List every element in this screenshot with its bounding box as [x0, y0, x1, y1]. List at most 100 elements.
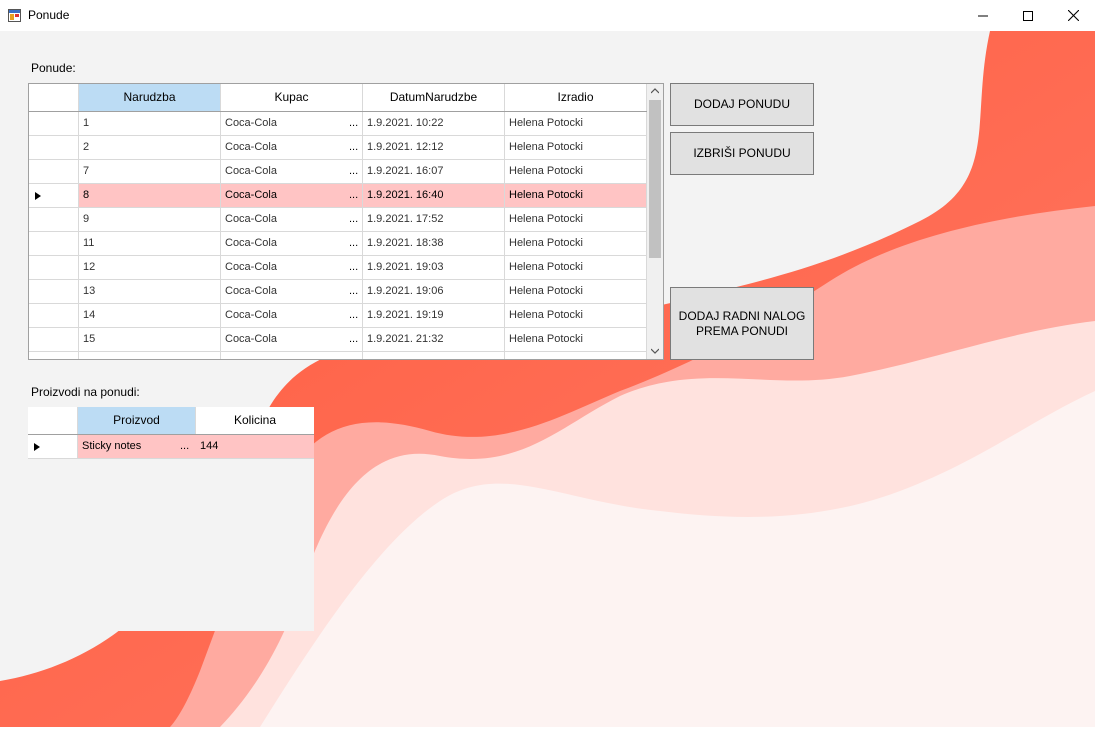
cell-izradio[interactable]: Helena Potocki — [505, 232, 647, 255]
cell-kupac[interactable]: Coca-Cola — [221, 280, 363, 303]
cell-kupac[interactable]: Coca-Cola — [221, 304, 363, 327]
table-row[interactable]: 13 Coca-Cola ... 1.9.2021. 19:06 Helena … — [29, 280, 647, 304]
cell-izradio[interactable]: Helena Potocki — [505, 184, 647, 207]
cell-narudzba[interactable]: 9 — [79, 208, 221, 231]
table-row[interactable]: 14 Coca-Cola ... 1.9.2021. 19:19 Helena … — [29, 304, 647, 328]
cell-narudzba[interactable]: 14 — [79, 304, 221, 327]
row-header[interactable] — [29, 256, 79, 279]
cell-narudzba[interactable]: 12 — [79, 256, 221, 279]
cell-narudzba[interactable]: 1 — [79, 112, 221, 135]
column-header-izradio[interactable]: Izradio — [505, 84, 647, 111]
cell-datum[interactable]: 1.9.2021. 18:38 — [363, 232, 505, 255]
cell-kupac[interactable]: Coca-Cola — [221, 328, 363, 351]
ponude-vertical-scrollbar[interactable] — [647, 84, 663, 359]
close-icon — [1067, 10, 1079, 21]
row-header[interactable] — [29, 232, 79, 255]
row-header[interactable] — [29, 160, 79, 183]
scrollbar-thumb[interactable] — [649, 100, 661, 258]
cell-izradio[interactable]: Helena Potocki — [505, 304, 647, 327]
cell-empty[interactable] — [363, 352, 505, 359]
close-button[interactable] — [1050, 0, 1095, 31]
column-header-narudzba[interactable]: Narudzba — [79, 84, 221, 111]
row-header[interactable] — [29, 280, 79, 303]
cell-izradio[interactable]: Helena Potocki — [505, 136, 647, 159]
cell-datum[interactable]: 1.9.2021. 10:22 — [363, 112, 505, 135]
cell-datum[interactable]: 1.9.2021. 21:32 — [363, 328, 505, 351]
cell-izradio[interactable]: Helena Potocki — [505, 160, 647, 183]
cell-kolicina[interactable]: 144 — [196, 435, 314, 458]
cell-kupac[interactable]: Coca-Cola — [221, 256, 363, 279]
minimize-button[interactable] — [960, 0, 1006, 31]
table-row-selected[interactable]: Sticky notes ... 144 — [28, 435, 314, 459]
cell-datum[interactable]: 1.9.2021. 17:52 — [363, 208, 505, 231]
maximize-button[interactable] — [1005, 0, 1051, 31]
table-row[interactable]: 12 Coca-Cola ... 1.9.2021. 19:03 Helena … — [29, 256, 647, 280]
ponude-header-row: Narudzba Kupac DatumNarudzbe Izradio — [29, 84, 647, 112]
row-header[interactable] — [29, 328, 79, 351]
cell-kupac[interactable]: Coca-Cola — [221, 184, 363, 207]
table-row[interactable]: 7 Coca-Cola ... 1.9.2021. 16:07 Helena P… — [29, 160, 647, 184]
table-row-selected[interactable]: 8 Coca-Cola ... 1.9.2021. 16:40 Helena P… — [29, 184, 647, 208]
scroll-down-arrow-icon[interactable] — [651, 348, 659, 354]
row-header[interactable] — [29, 208, 79, 231]
cell-ellipsis: ... — [349, 213, 359, 225]
cell-izradio[interactable]: Helena Potocki — [505, 208, 647, 231]
ponude-grid[interactable]: Narudzba Kupac DatumNarudzbe Izradio 1 C… — [28, 83, 664, 360]
cell-datum[interactable]: 1.9.2021. 16:07 — [363, 160, 505, 183]
row-header[interactable] — [29, 304, 79, 327]
table-row[interactable]: 11 Coca-Cola ... 1.9.2021. 18:38 Helena … — [29, 232, 647, 256]
cell-proizvod[interactable]: Sticky notes — [78, 435, 196, 458]
column-header-kolicina[interactable]: Kolicina — [196, 407, 314, 434]
cell-izradio[interactable]: Helena Potocki — [505, 280, 647, 303]
cell-narudzba[interactable]: 11 — [79, 232, 221, 255]
row-header[interactable] — [29, 136, 79, 159]
cell-datum[interactable]: 1.9.2021. 19:06 — [363, 280, 505, 303]
proizvodi-grid[interactable]: Proizvod Kolicina Sticky notes ... 144 — [28, 407, 314, 631]
row-header[interactable] — [29, 184, 79, 207]
title-bar: Ponude — [0, 0, 1095, 31]
cell-narudzba[interactable]: 2 — [79, 136, 221, 159]
cell-empty[interactable] — [505, 352, 647, 359]
column-header-kupac[interactable]: Kupac — [221, 84, 363, 111]
izbrisi-ponudu-button[interactable]: IZBRIŠI PONUDU — [670, 132, 814, 175]
table-row[interactable]: 15 Coca-Cola ... 1.9.2021. 21:32 Helena … — [29, 328, 647, 352]
dodaj-ponudu-button[interactable]: DODAJ PONUDU — [670, 83, 814, 126]
window-title: Ponude — [28, 8, 70, 22]
cell-empty[interactable] — [79, 352, 221, 359]
corner-header-cell — [28, 407, 78, 434]
cell-datum[interactable]: 1.9.2021. 19:19 — [363, 304, 505, 327]
cell-ellipsis: ... — [349, 237, 359, 249]
column-header-datumnarudzbe[interactable]: DatumNarudzbe — [363, 84, 505, 111]
cell-datum[interactable]: 1.9.2021. 19:03 — [363, 256, 505, 279]
cell-narudzba[interactable]: 7 — [79, 160, 221, 183]
cell-empty[interactable] — [221, 352, 363, 359]
table-row[interactable]: 2 Coca-Cola ... 1.9.2021. 12:12 Helena P… — [29, 136, 647, 160]
table-row[interactable]: 1 Coca-Cola ... 1.9.2021. 10:22 Helena P… — [29, 112, 647, 136]
cell-datum[interactable]: 1.9.2021. 12:12 — [363, 136, 505, 159]
minimize-icon — [978, 15, 988, 16]
row-header[interactable] — [28, 435, 78, 458]
cell-kupac[interactable]: Coca-Cola — [221, 136, 363, 159]
row-header[interactable] — [29, 352, 79, 359]
cell-datum[interactable]: 1.9.2021. 16:40 — [363, 184, 505, 207]
cell-kupac[interactable]: Coca-Cola — [221, 208, 363, 231]
cell-narudzba[interactable]: 13 — [79, 280, 221, 303]
cell-kupac[interactable]: Coca-Cola — [221, 232, 363, 255]
column-header-proizvod[interactable]: Proizvod — [78, 407, 196, 434]
cell-narudzba[interactable]: 15 — [79, 328, 221, 351]
cell-ellipsis: ... — [349, 309, 359, 321]
scroll-up-arrow-icon[interactable] — [651, 88, 659, 94]
cell-narudzba[interactable]: 8 — [79, 184, 221, 207]
corner-header-cell — [29, 84, 79, 111]
table-row-partial[interactable] — [29, 352, 647, 359]
cell-ellipsis: ... — [349, 189, 359, 201]
cell-izradio[interactable]: Helena Potocki — [505, 256, 647, 279]
cell-kupac[interactable]: Coca-Cola — [221, 160, 363, 183]
proizvodi-label: Proizvodi na ponudi: — [31, 385, 140, 399]
cell-kupac[interactable]: Coca-Cola — [221, 112, 363, 135]
dodaj-radni-nalog-button[interactable]: DODAJ RADNI NALOG PREMA PONUDI — [670, 287, 814, 360]
cell-izradio[interactable]: Helena Potocki — [505, 112, 647, 135]
row-header[interactable] — [29, 112, 79, 135]
table-row[interactable]: 9 Coca-Cola ... 1.9.2021. 17:52 Helena P… — [29, 208, 647, 232]
cell-izradio[interactable]: Helena Potocki — [505, 328, 647, 351]
